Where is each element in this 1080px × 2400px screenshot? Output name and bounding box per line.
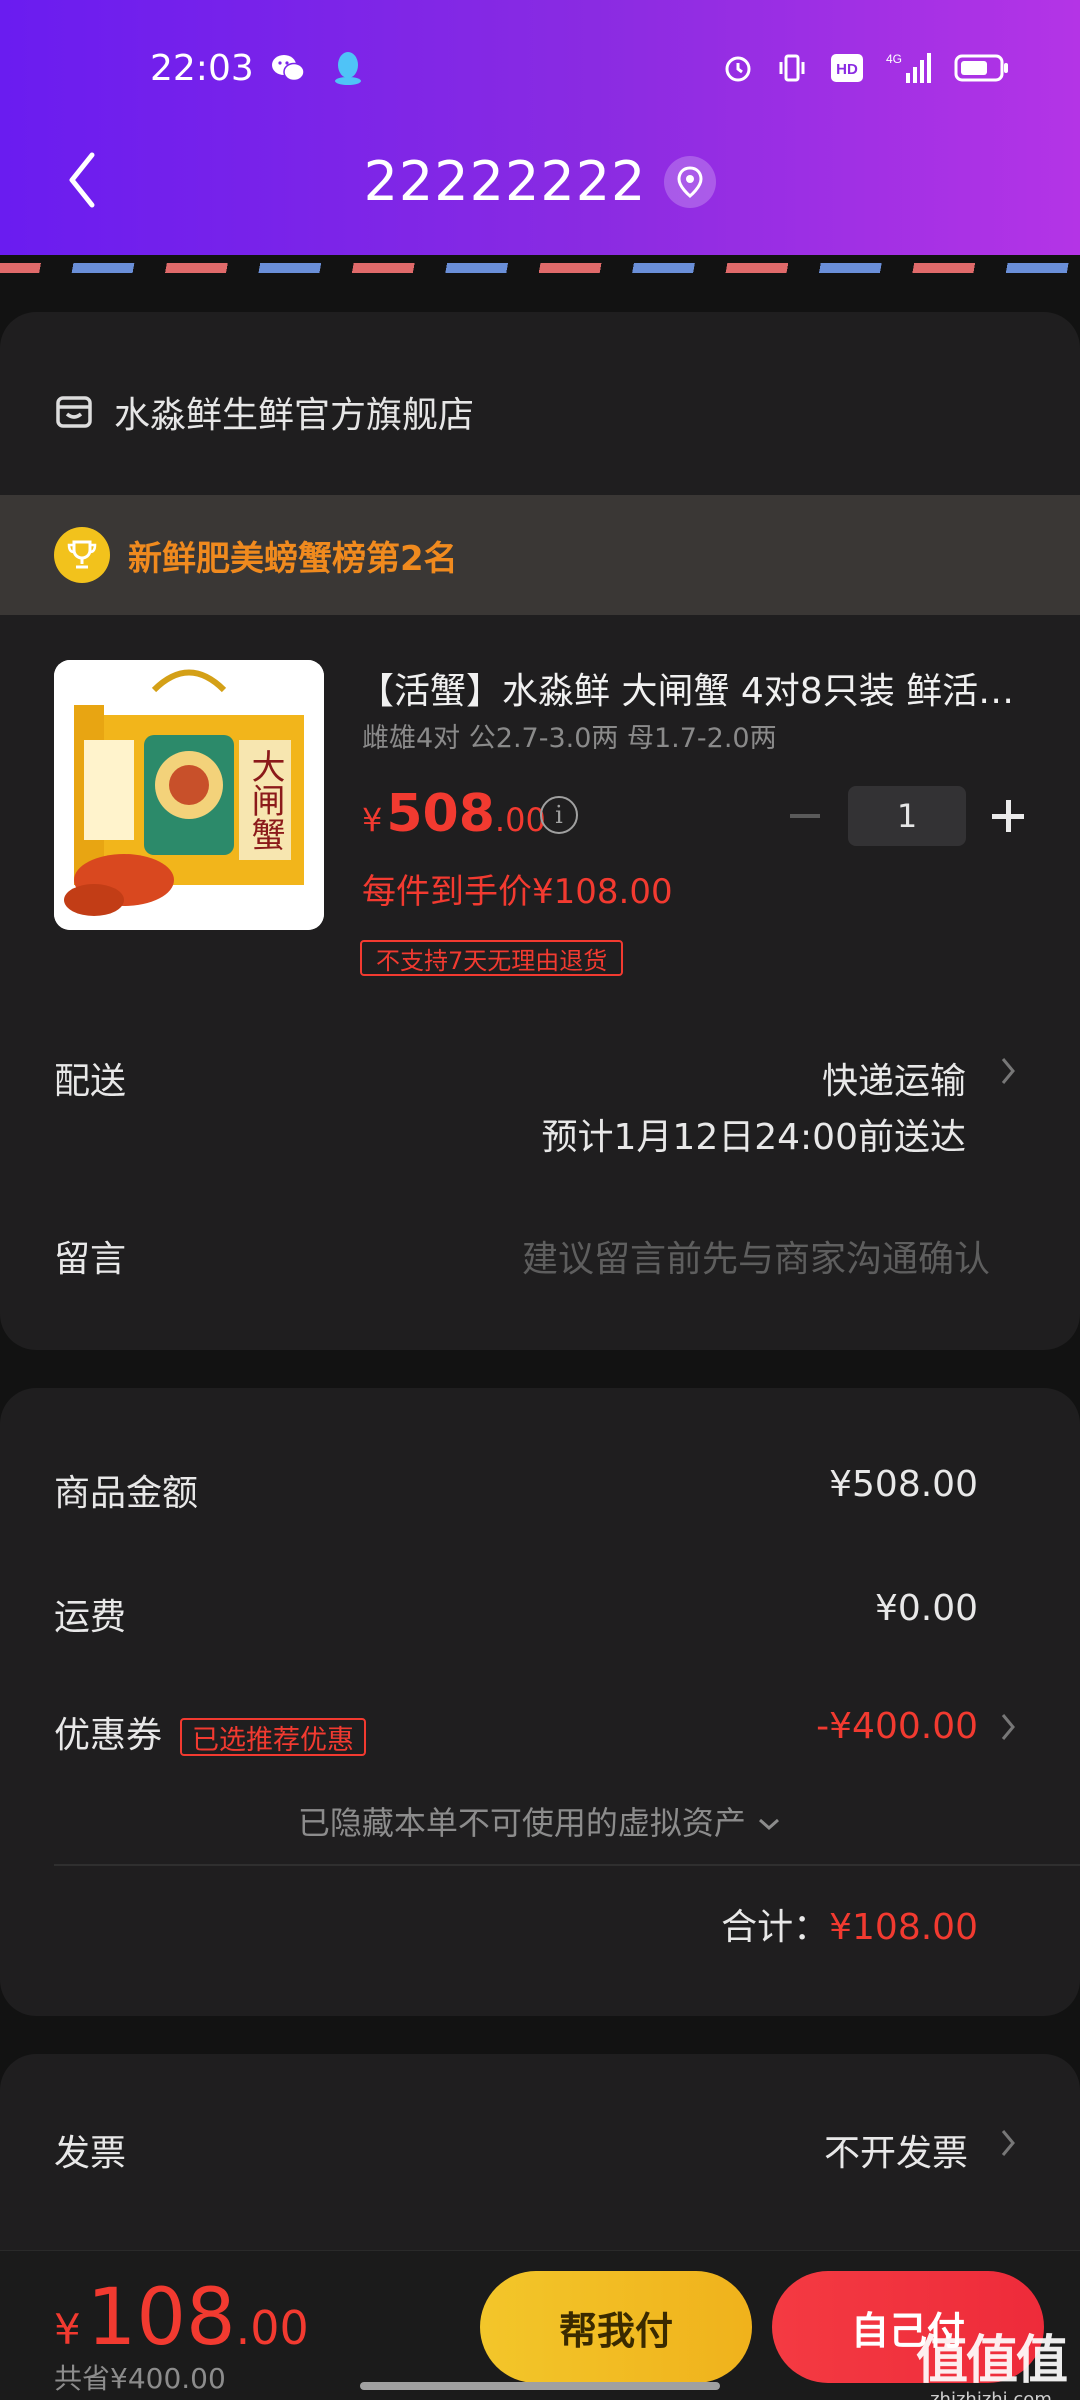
total-value: ¥108.00 (829, 1907, 978, 1948)
status-app-icons (270, 50, 366, 86)
help-me-pay-button[interactable]: 帮我付 (480, 2271, 752, 2383)
product-price: ¥ 508 .00 (362, 784, 546, 844)
shipping-value: ¥0.00 (874, 1588, 978, 1629)
battery-icon (954, 52, 1010, 84)
vibrate-icon (776, 52, 808, 84)
wechat-icon (270, 50, 306, 86)
watermark: 值值值 zhizhizhi.com (915, 2318, 1068, 2400)
svg-text:HD: HD (836, 61, 858, 78)
status-time: 22:03 (150, 48, 254, 89)
coupon-recommended-tag: 已选推荐优惠 (180, 1718, 367, 1756)
hidden-assets-text: 已隐藏本单不可使用的虚拟资产 (297, 1804, 746, 1842)
delivery-label: 配送 (54, 1061, 127, 1102)
price-decimal: .00 (494, 801, 546, 839)
page-title-text: 22222222 (363, 150, 647, 213)
unit-price: 每件到手价¥108.00 (362, 872, 673, 912)
delivery-method[interactable]: 快递运输 (822, 1052, 966, 1104)
delivery-chevron-icon[interactable] (998, 1054, 1018, 1088)
product-image[interactable]: 大闸蟹 (54, 660, 324, 930)
checkout-amount-int: 108 (86, 2273, 236, 2363)
svg-text:大闸蟹: 大闸蟹 (245, 749, 285, 851)
delivery-estimate: 预计1月12日24:00前送达 (541, 1117, 966, 1158)
goods-amount-label: 商品金额 (54, 1473, 199, 1514)
product-spec: 雌雄4对 公2.7-3.0两 母1.7-2.0两 (362, 723, 777, 754)
rank-banner[interactable]: 新鲜肥美螃蟹榜第2名 (0, 495, 1080, 615)
alarm-icon (722, 52, 754, 84)
price-integer: 508 (386, 784, 495, 844)
qq-icon (330, 50, 366, 86)
store-icon (54, 392, 94, 432)
invoice-label: 发票 (54, 2133, 127, 2174)
status-bar: 22:03 HD 4G (0, 0, 1080, 140)
no-return-badge: 不支持7天无理由退货 (360, 940, 624, 976)
chevron-down-icon (759, 1818, 780, 1831)
quantity-decrease-button[interactable] (790, 814, 820, 818)
airmail-border (0, 255, 1080, 285)
coupon-value[interactable]: -¥400.00 (816, 1706, 978, 1747)
location-pin-icon[interactable] (664, 155, 717, 208)
order-item-card: 水淼鲜生鲜官方旗舰店 新鲜肥美螃蟹榜第2名 大闸蟹 【活蟹】水淼鲜 大闸蟹 4对… (0, 312, 1080, 1350)
trophy-icon (54, 527, 110, 583)
total-saved: 共省¥400.00 (54, 2362, 226, 2395)
shipping-label: 运费 (54, 1597, 127, 1638)
status-indicators: HD 4G (722, 52, 1010, 84)
home-indicator[interactable] (360, 2382, 720, 2390)
product-title[interactable]: 【活蟹】水淼鲜 大闸蟹 4对8只装 鲜活螃蟹 (358, 662, 1018, 714)
price-currency: ¥ (362, 801, 383, 839)
shop-row[interactable]: 水淼鲜生鲜官方旗舰店 (54, 386, 474, 438)
quantity-input[interactable]: 1 (848, 786, 966, 846)
checkout-total: ¥ 108 .00 (54, 2273, 309, 2363)
checkout-currency: ¥ (54, 2305, 81, 2354)
4g-signal-icon: 4G (886, 52, 932, 84)
coupon-label: 优惠券 (54, 1715, 163, 1756)
svg-text:4G: 4G (886, 52, 902, 66)
divider (54, 1864, 1080, 1866)
message-input[interactable]: 建议留言前先与商家沟通确认 (522, 1230, 990, 1282)
watermark-logo: 值值值 (915, 2331, 1068, 2391)
header: 22:03 HD 4G 22222222 (0, 0, 1080, 255)
invoice-value[interactable]: 不开发票 (824, 2124, 968, 2176)
goods-amount-value: ¥508.00 (829, 1464, 978, 1505)
airmail-stripes (0, 263, 1080, 273)
coupon-chevron-icon[interactable] (998, 1710, 1018, 1744)
total-label: 合计： (721, 1907, 830, 1948)
invoice-chevron-icon[interactable] (998, 2126, 1018, 2160)
shop-name: 水淼鲜生鲜官方旗舰店 (114, 395, 475, 436)
quantity-increase-button[interactable] (988, 796, 1028, 836)
checkout-amount-dec: .00 (235, 2301, 309, 2355)
page-title: 22222222 (0, 150, 1080, 213)
rank-text: 新鲜肥美螃蟹榜第2名 (128, 538, 458, 579)
coupon-row[interactable]: 优惠券 已选推荐优惠 (54, 1706, 367, 1758)
total-row: 合计：¥108.00 (721, 1898, 978, 1950)
message-label: 留言 (54, 1239, 127, 1280)
price-summary-card: 商品金额 ¥508.00 运费 ¥0.00 优惠券 已选推荐优惠 -¥400.00… (0, 1388, 1080, 2016)
hidden-assets-toggle[interactable]: 已隐藏本单不可使用的虚拟资产 (0, 1798, 1080, 1844)
info-icon[interactable]: i (540, 796, 578, 834)
hd-icon: HD (830, 52, 864, 84)
